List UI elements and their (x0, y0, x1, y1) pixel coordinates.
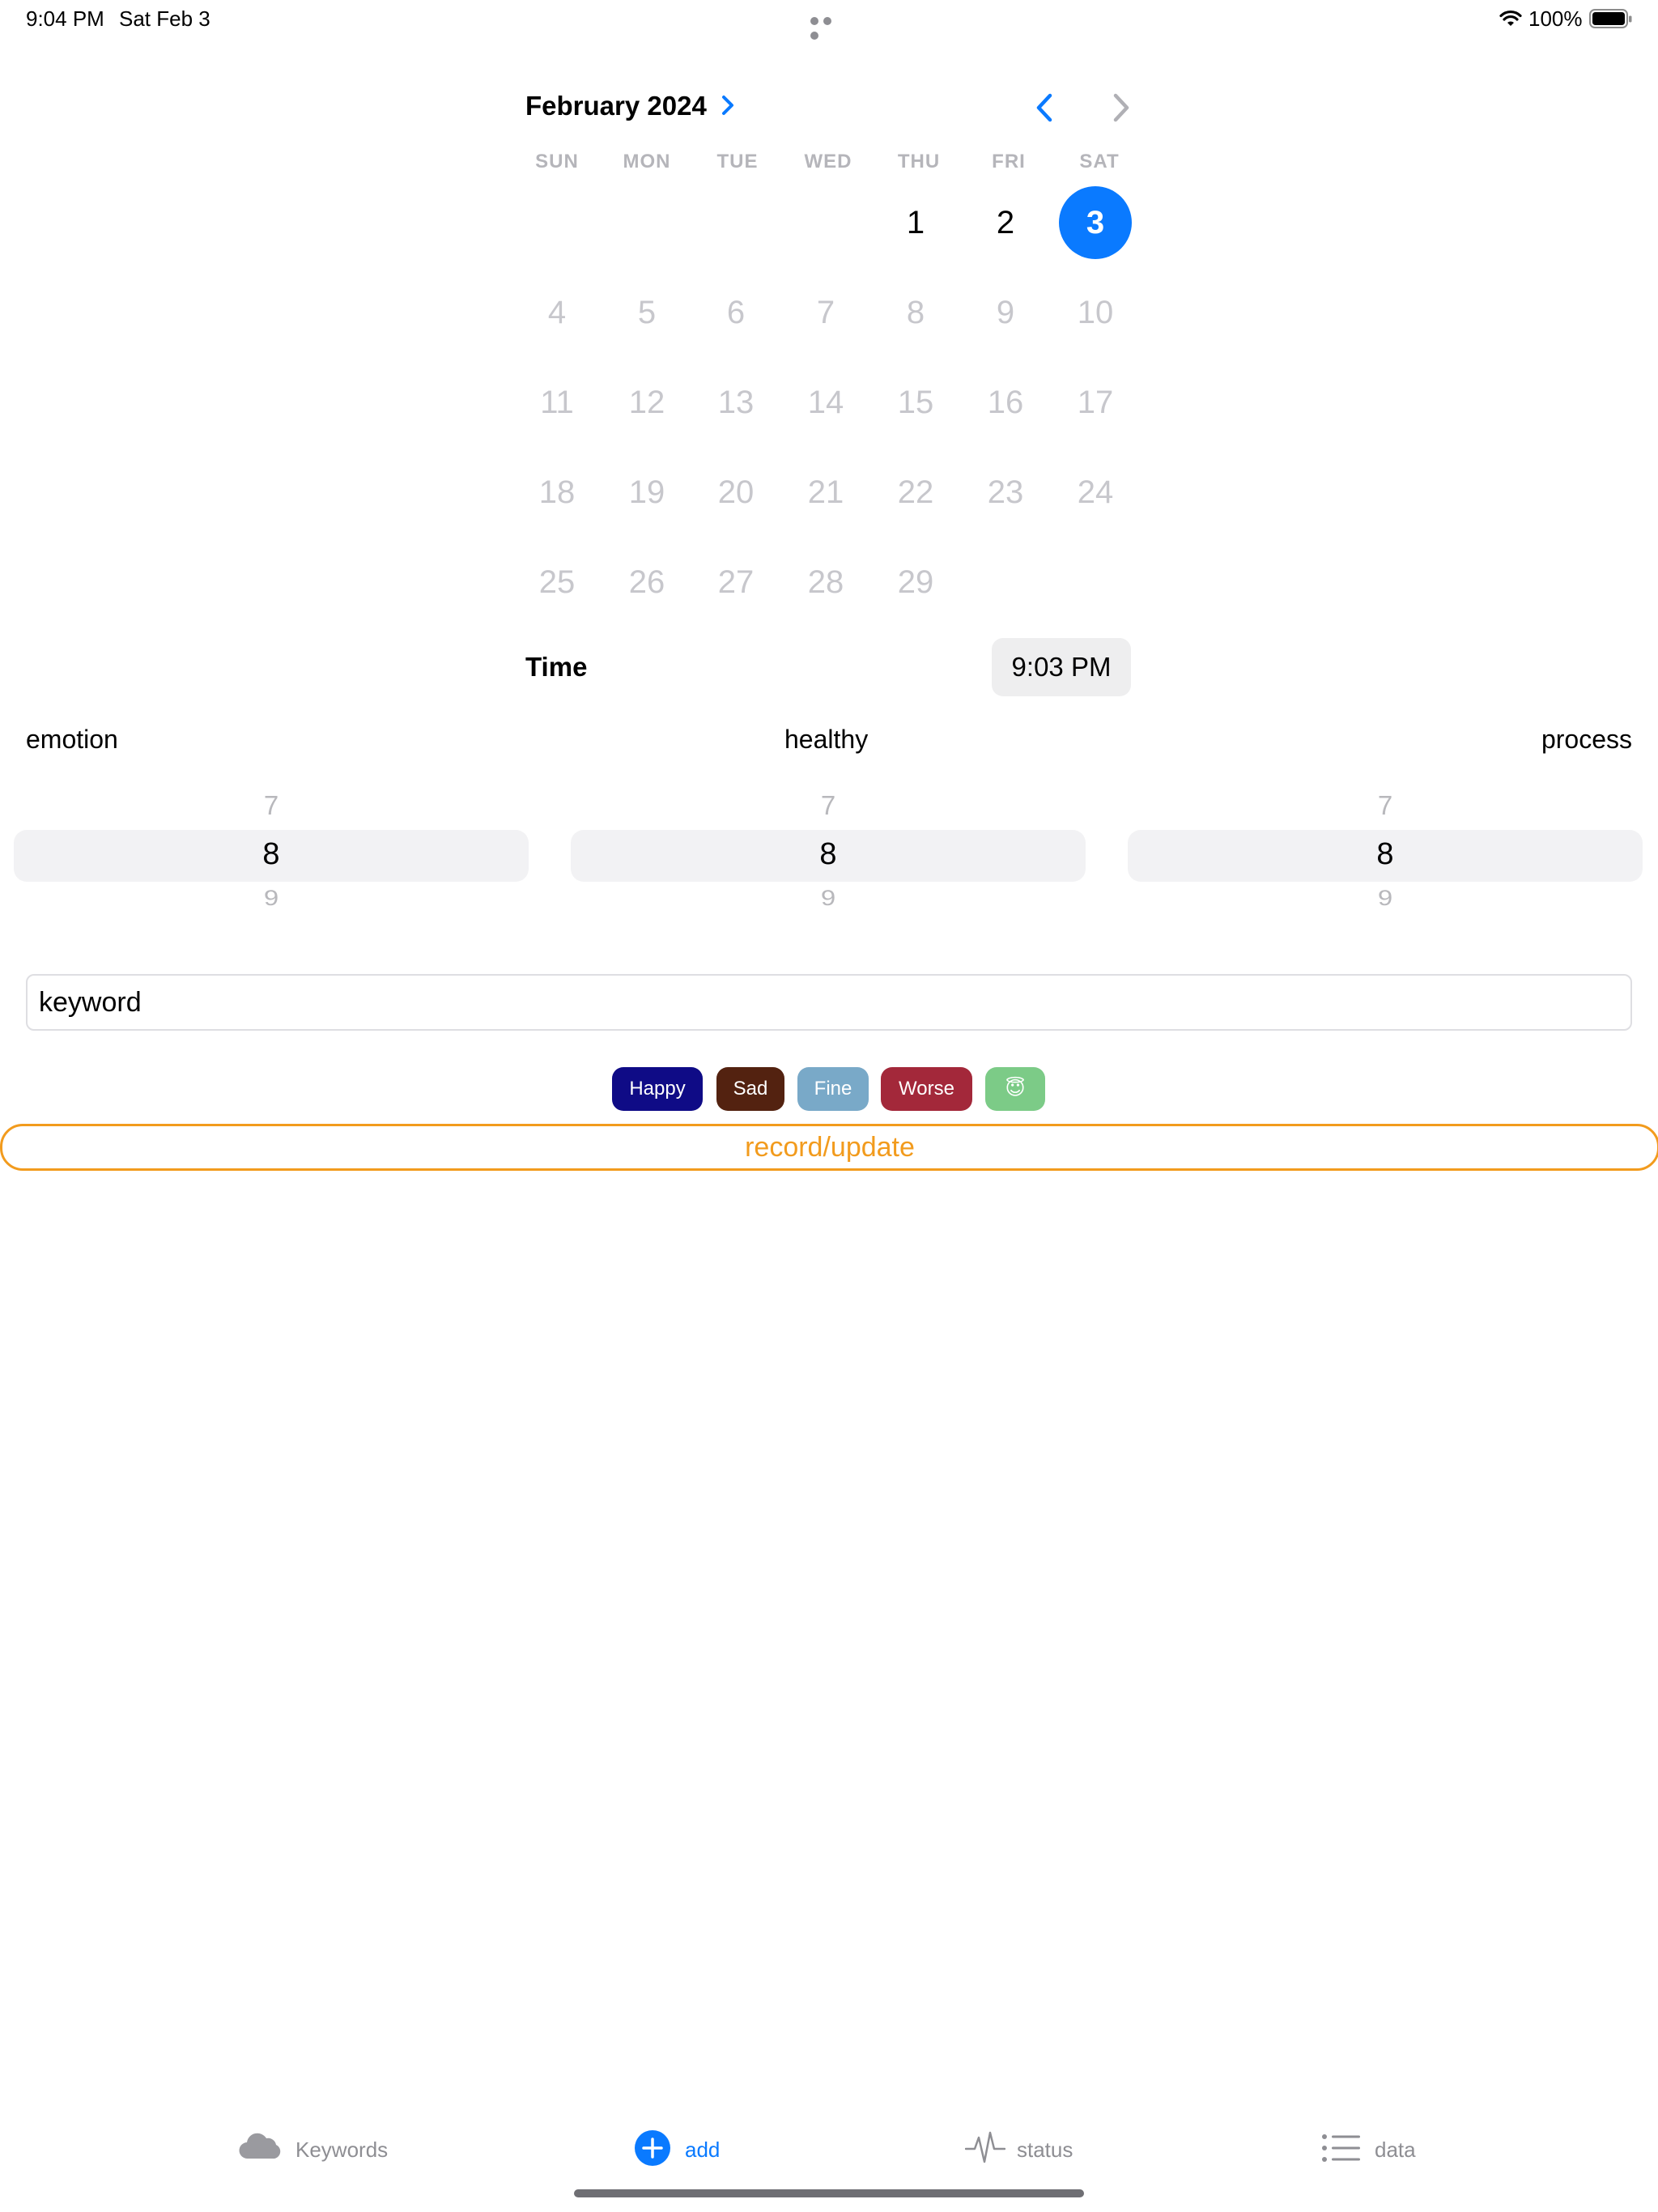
tag-sad-button[interactable]: Sad (716, 1067, 784, 1111)
wifi-icon (1499, 10, 1522, 26)
calendar-day: 7 (816, 295, 835, 330)
calendar-day: 19 (628, 474, 665, 510)
next-month-chevron-icon[interactable] (1109, 91, 1132, 124)
calendar-day: 24 (1077, 474, 1114, 510)
previous-month-chevron-icon[interactable] (1034, 91, 1056, 124)
tab-label: add (685, 2138, 721, 2162)
tab-label: status (1017, 2138, 1073, 2162)
tab-label: Keywords (295, 2138, 389, 2162)
weekday-fri: FRI (992, 151, 1026, 172)
calendar-day: 29 (897, 564, 934, 600)
picker-option[interactable]: 9 (14, 885, 529, 910)
emotion-label: emotion (26, 725, 118, 754)
calendar-day: 23 (987, 474, 1024, 510)
record-update-button[interactable]: record/update (0, 1124, 1658, 1171)
tab-label: data (1375, 2138, 1416, 2162)
picker-selected-value[interactable]: 8 (14, 837, 529, 872)
picker-option[interactable]: 9 (571, 885, 1086, 910)
tab-add[interactable]: add (634, 2128, 755, 2170)
weekday-tue: TUE (716, 151, 759, 172)
picker-selected-value[interactable]: 8 (571, 837, 1086, 872)
calendar-day: 4 (547, 295, 567, 330)
weekday-mon: MON (623, 151, 671, 172)
weekday-thu: THU (897, 151, 941, 172)
calendar-day: 9 (996, 295, 1015, 330)
battery-icon (1589, 9, 1632, 28)
calendar-day: 18 (538, 474, 576, 510)
calendar-day: 25 (538, 564, 576, 600)
process-label: process (1541, 725, 1632, 754)
plus-circle-icon (635, 2130, 670, 2166)
home-indicator[interactable] (574, 2189, 1084, 2197)
tab-keywords[interactable]: Keywords (238, 2128, 416, 2170)
tab-status[interactable]: status (965, 2128, 1127, 2170)
waveform-icon (965, 2131, 1005, 2163)
calendar-day: 16 (987, 385, 1024, 420)
calendar-day: 21 (807, 474, 844, 510)
tag-happy-button[interactable]: Happy (612, 1067, 703, 1111)
calendar-day: 6 (726, 295, 746, 330)
calendar-day: 12 (628, 385, 665, 420)
calendar-day: 26 (628, 564, 665, 600)
emotion-picker-wheel[interactable]: 7 8 9 (14, 784, 529, 921)
chevron-right-icon (721, 96, 733, 115)
calendar-day: 20 (717, 474, 755, 510)
calendar-day[interactable]: 1 (879, 186, 952, 259)
status-time: 9:04 PM (26, 6, 104, 31)
calendar-day: 17 (1077, 385, 1114, 420)
calendar-day: 15 (897, 385, 934, 420)
battery-percent: 100% (1528, 6, 1583, 31)
list-icon (1322, 2134, 1360, 2162)
time-picker-button[interactable]: 9:03 PM (992, 638, 1131, 696)
calendar-day: 8 (906, 295, 925, 330)
calendar-day[interactable]: 2 (969, 186, 1042, 259)
calendar-day: 13 (717, 385, 755, 420)
calendar-day: 22 (897, 474, 934, 510)
calendar-day: 10 (1077, 295, 1114, 330)
multitasking-dots-icon[interactable] (810, 15, 848, 40)
tag-fine-button[interactable]: Fine (797, 1067, 869, 1111)
picker-option[interactable]: 7 (571, 790, 1086, 821)
weekday-sun: SUN (535, 151, 579, 172)
weekday-wed: WED (804, 151, 852, 172)
picker-selected-value[interactable]: 8 (1128, 837, 1643, 872)
keyword-input[interactable]: keyword (26, 974, 1632, 1031)
picker-option[interactable]: 9 (1128, 885, 1643, 910)
calendar-day: 11 (540, 385, 574, 420)
healthy-label: healthy (784, 725, 869, 754)
calendar-day: 27 (717, 564, 755, 600)
tag-worse-button[interactable]: Worse (881, 1067, 972, 1111)
cloud-icon (239, 2133, 281, 2159)
status-date: Sat Feb 3 (119, 6, 210, 31)
calendar-day-selected[interactable]: 3 (1059, 186, 1132, 259)
calendar-day: 28 (807, 564, 844, 600)
healthy-picker-wheel[interactable]: 7 8 9 (571, 784, 1086, 921)
calendar-day: 5 (637, 295, 657, 330)
process-picker-wheel[interactable]: 7 8 9 (1128, 784, 1643, 921)
tab-data[interactable]: data (1321, 2128, 1443, 2170)
month-year-button[interactable]: February 2024 (525, 91, 735, 121)
picker-option[interactable]: 7 (1128, 790, 1643, 821)
picker-option[interactable]: 7 (14, 790, 529, 821)
calendar-day: 14 (807, 385, 844, 420)
time-label: Time (525, 652, 588, 682)
tag-emoji-button[interactable]: 😇 (985, 1067, 1045, 1111)
weekday-sat: SAT (1079, 151, 1120, 172)
month-label: February 2024 (525, 91, 707, 121)
